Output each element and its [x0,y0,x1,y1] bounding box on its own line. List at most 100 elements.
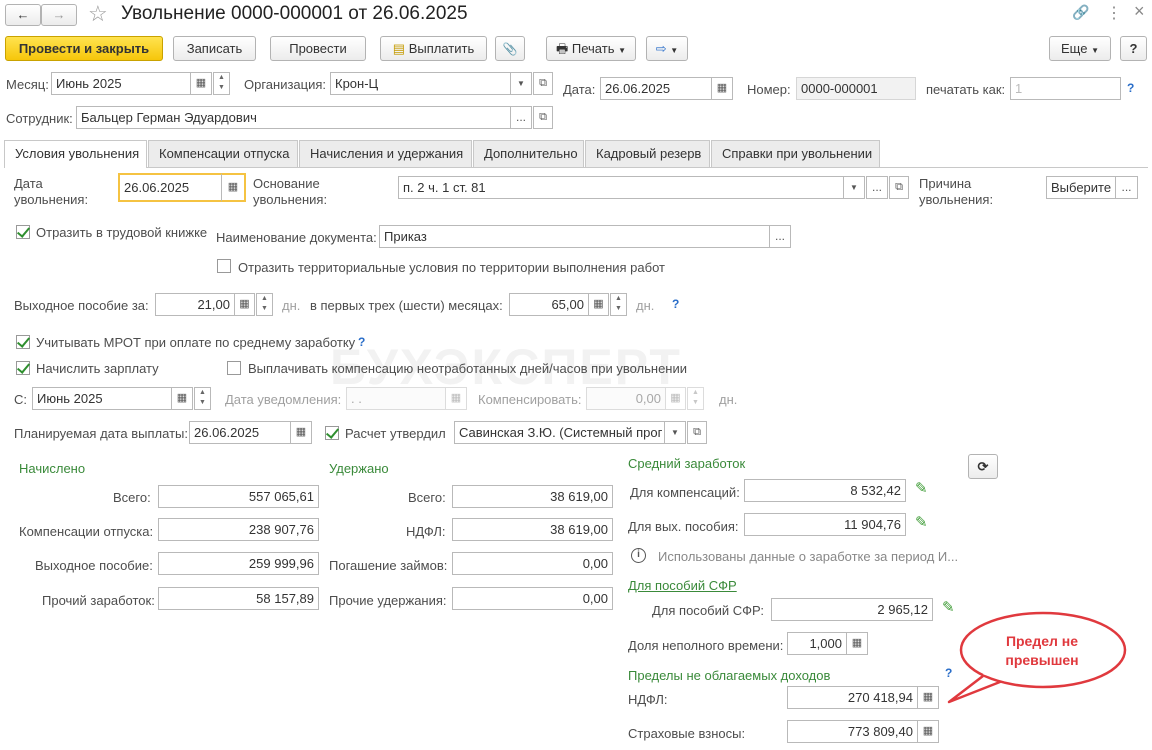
organization-input[interactable]: Крон-Ц [330,72,511,95]
pay-icon: ▤ [392,41,406,56]
dismissal-date-label: Дата увольнения: [14,176,89,207]
tab-vacation-compensation[interactable]: Компенсации отпуска [148,140,298,167]
dismissal-date-calendar-icon[interactable]: ▦ [221,173,246,202]
from-stepper[interactable]: ▲ ▼ [194,387,211,410]
tab-dismissal-conditions[interactable]: Условия увольнения [4,140,147,168]
workbook-label: Отразить в трудовой книжке [36,225,208,240]
close-icon[interactable]: × [1134,1,1145,22]
planned-pay-calendar-icon[interactable]: ▦ [290,421,312,444]
pay-button[interactable]: ▤ Выплатить [380,36,487,61]
organization-open-icon[interactable]: ⧉ [533,72,553,95]
first-months-calc-icon[interactable]: ▦ [588,293,609,316]
comp-unworked-label: Выплачивать компенсацию неотработанных д… [248,361,688,376]
basis-select-icon[interactable]: ... [866,176,888,199]
withheld-other-label: Прочие удержания: [329,593,447,608]
withheld-loans-label: Погашение займов: [329,558,448,573]
compensate-label: Компенсировать: [478,392,582,407]
accrued-total-field: 557 065,61 [158,485,319,508]
date-calendar-icon[interactable]: ▦ [711,77,733,100]
workbook-checkbox[interactable] [16,225,30,239]
employee-open-icon[interactable]: ⧉ [533,106,553,129]
approver-dropdown-icon[interactable]: ▼ [664,421,686,444]
severance-days-input[interactable]: 21,00 [155,293,235,316]
edit-sev-pencil-icon[interactable]: ✎ [915,513,928,531]
employee-select-icon[interactable]: ... [510,106,532,129]
doc-name-input[interactable]: Приказ [379,225,770,248]
basis-open-icon[interactable]: ⧉ [889,176,909,199]
mrot-help-icon[interactable]: ? [358,335,365,349]
post-button[interactable]: Провести [270,36,366,61]
print-button[interactable]: 🖶 Печать ▼ [546,36,636,61]
from-input[interactable]: Июнь 2025 [32,387,172,410]
basis-dropdown-icon[interactable]: ▼ [843,176,865,199]
sfr-benefits-field: 2 965,12 [771,598,933,621]
reason-input[interactable]: Выберите [1046,176,1116,199]
back-button[interactable]: ← [5,4,41,26]
comp-unworked-checkbox[interactable] [227,361,241,375]
link-icon[interactable]: 🔗 [1072,4,1089,21]
part-time-calc-icon[interactable]: ▦ [846,632,868,655]
accrue-salary-checkbox[interactable] [16,361,30,375]
organization-dropdown-icon[interactable]: ▼ [510,72,532,95]
number-field: 0000-000001 [796,77,916,100]
document-arrow-icon: ⇨ [655,41,667,56]
more-button[interactable]: Еще ▼ [1049,36,1111,61]
severance-days-unit: дн. [282,298,301,313]
territorial-checkbox[interactable] [217,259,231,273]
mrot-checkbox[interactable] [16,335,30,349]
dismissal-date-input[interactable]: 26.06.2025 [118,173,222,202]
severance-calc-icon[interactable]: ▦ [234,293,255,316]
calc-approved-checkbox[interactable] [325,426,339,440]
sfr-benefits-link[interactable]: Для пособий СФР [628,578,737,593]
more-vertical-icon[interactable]: ⋮ [1106,3,1122,23]
print-label: Печать [571,41,615,56]
from-calendar-icon[interactable]: ▦ [171,387,193,410]
employee-input[interactable]: Бальцер Герман Эдуардович [76,106,511,129]
window-title: Увольнение 0000-000001 от 26.06.2025 [121,3,468,24]
edit-comp-pencil-icon[interactable]: ✎ [915,479,928,497]
month-calendar-icon[interactable]: ▦ [190,72,212,95]
part-time-input[interactable]: 1,000 [787,632,847,655]
print-as-help-icon[interactable]: ? [1127,81,1134,95]
withheld-heading: Удержано [329,461,389,476]
limits-heading: Пределы не облагаемых доходов [628,668,831,683]
month-stepper[interactable]: ▲ ▼ [213,72,230,95]
notice-date-input[interactable]: . . [346,387,446,410]
date-input[interactable]: 26.06.2025 [600,77,712,100]
withheld-other-field: 0,00 [452,587,613,610]
planned-pay-input[interactable]: 26.06.2025 [189,421,291,444]
limit-insurance-calc-icon[interactable]: ▦ [917,720,939,743]
compensate-stepper[interactable]: ▲ ▼ [687,387,704,410]
reason-select-icon[interactable]: ... [1115,176,1138,199]
first-months-input[interactable]: 65,00 [509,293,589,316]
tab-certificates[interactable]: Справки при увольнении [711,140,880,167]
notice-date-calendar-icon[interactable]: ▦ [445,387,467,410]
tab-additional[interactable]: Дополнительно [473,140,584,167]
chevron-down-icon: ▼ [618,46,627,55]
compensate-input[interactable]: 0,00 [586,387,666,410]
severance-help-icon[interactable]: ? [672,297,679,311]
basis-input[interactable]: п. 2 ч. 1 ст. 81 [398,176,844,199]
tab-accruals-deductions[interactable]: Начисления и удержания [299,140,472,167]
help-button[interactable]: ? [1120,36,1147,61]
severance-stepper[interactable]: ▲ ▼ [256,293,273,316]
print-as-label: печатать как: [926,82,1006,97]
tab-personnel-reserve[interactable]: Кадровый резерв [585,140,710,167]
forward-button[interactable]: → [41,4,77,26]
post-and-close-button[interactable]: Провести и закрыть [5,36,163,61]
print-as-input[interactable]: 1 [1010,77,1121,100]
month-input[interactable]: Июнь 2025 [51,72,191,95]
chevron-down-icon: ▼ [670,46,679,55]
attach-button[interactable]: 📎 [495,36,525,61]
approver-input[interactable]: Савинская З.Ю. (Системный прог [454,421,665,444]
first-months-stepper[interactable]: ▲ ▼ [610,293,627,316]
sfr-benefits-label: Для пособий СФР: [652,603,765,618]
from-label: С: [14,392,27,407]
save-button[interactable]: Записать [173,36,256,61]
approver-open-icon[interactable]: ⧉ [687,421,707,444]
doc-name-select-icon[interactable]: ... [769,225,791,248]
create-based-on-button[interactable]: ⇨ ▼ [646,36,688,61]
compensate-calc-icon[interactable]: ▦ [665,387,686,410]
refresh-button[interactable]: ⟳ [968,454,998,479]
favorite-star-icon[interactable]: ☆ [88,1,108,27]
